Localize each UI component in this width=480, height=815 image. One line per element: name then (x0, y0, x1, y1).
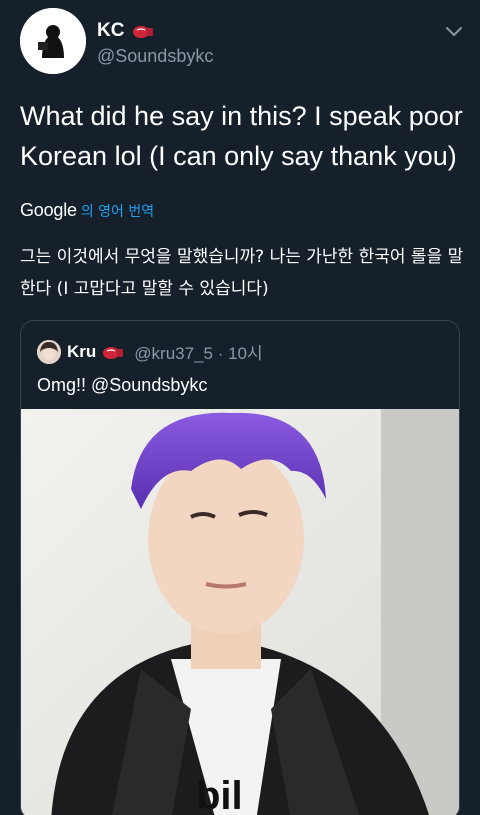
quoted-tweet-text: Omg!! @Soundsbykc (37, 375, 208, 395)
google-logo: Google (20, 200, 77, 220)
author-handle[interactable]: @Soundsbykc (97, 46, 213, 67)
author-avatar[interactable] (20, 8, 86, 74)
boxing-glove-emoji-icon (102, 345, 124, 359)
quoted-tweet-media[interactable]: bil (21, 409, 459, 815)
translation-header[interactable]: Google 의 영어 번역 (20, 200, 154, 221)
translation-label[interactable]: 의 영어 번역 (81, 201, 154, 221)
quoted-author-handle-time: @kru37_5 · 10시 (134, 344, 263, 363)
chevron-down-icon[interactable] (443, 22, 465, 40)
quoted-tweet-card[interactable]: Kru @kru37_5 · 10시 Omg!! @Soundsbykc bil (20, 320, 460, 815)
tweet-text: What did he say in this? I speak poor Ko… (20, 101, 463, 171)
translated-text: 그는 이것에서 무엇을 말했습니까? 나는 가난한 한국어 롤을 말한다 (I … (20, 247, 464, 299)
author-name[interactable]: KC (97, 20, 124, 42)
svg-text:bil: bil (196, 774, 243, 815)
quoted-tweet-header: Kru @kru37_5 · 10시 (37, 339, 263, 364)
tweet-header: KC @Soundsbykc (20, 8, 465, 74)
author-name-row: KC (97, 20, 154, 42)
quoted-author-avatar (37, 339, 61, 364)
quoted-author-name[interactable]: Kru (67, 342, 96, 362)
boxing-glove-emoji-icon (132, 24, 154, 38)
